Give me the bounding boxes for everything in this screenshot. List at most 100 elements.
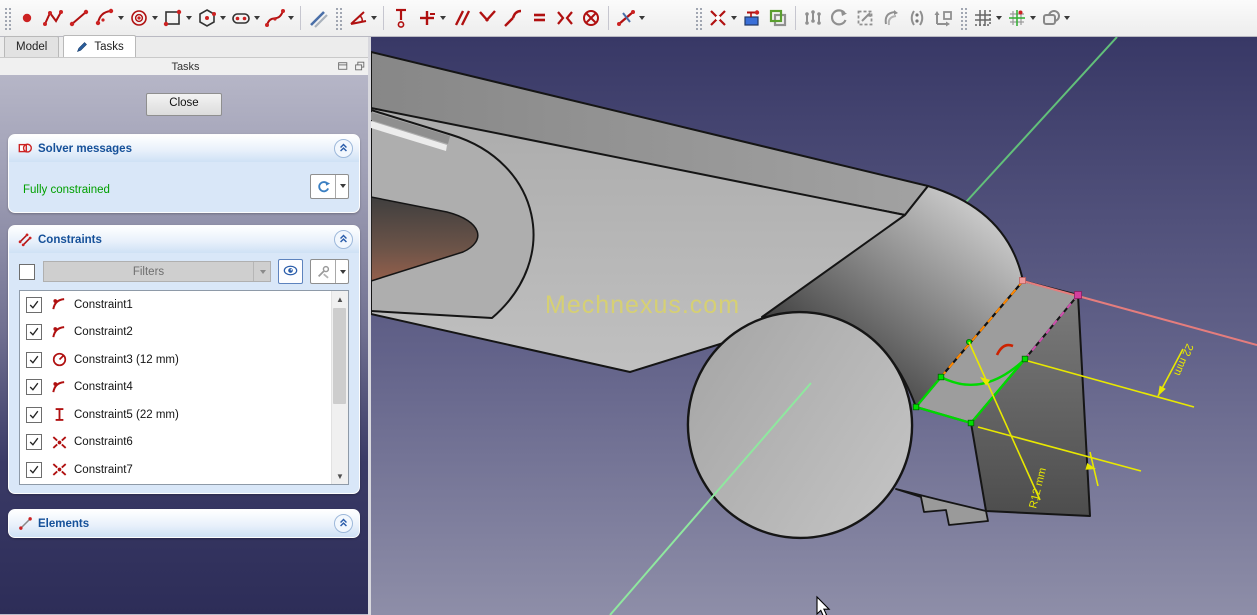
tasks-dock-titlebar: Tasks: [0, 58, 371, 75]
constraint-label: Constraint7: [74, 463, 133, 476]
dropdown-arrow-icon[interactable]: [254, 16, 260, 20]
tab-tasks[interactable]: Tasks: [63, 35, 136, 57]
constraint-checkbox[interactable]: [26, 461, 42, 478]
constrain-perpendicular-button[interactable]: [474, 3, 500, 33]
constraint-list-item[interactable]: Constraint6: [20, 429, 348, 457]
toggle-grid-button[interactable]: [970, 3, 1004, 33]
tasks-panel: Close Solver messages Fully constrained …: [0, 75, 368, 615]
toolbar-separator: [608, 6, 609, 30]
sketch-origin-point[interactable]: [1019, 277, 1026, 284]
create-polygon-button[interactable]: [194, 3, 228, 33]
trim-edge-button[interactable]: [705, 3, 739, 33]
constraint-checkbox[interactable]: [26, 434, 42, 451]
create-point-button[interactable]: [14, 3, 40, 33]
dropdown-arrow-icon[interactable]: [220, 16, 226, 20]
dropdown-arrow-icon[interactable]: [152, 16, 158, 20]
constrain-angle-button[interactable]: [345, 3, 379, 33]
constraint-checkbox[interactable]: [26, 324, 42, 341]
toolbar-grip[interactable]: [694, 6, 702, 30]
dropdown-arrow-icon[interactable]: [371, 16, 377, 20]
settings-icon: [311, 260, 335, 283]
collapse-solver-button[interactable]: [334, 139, 353, 158]
dropdown-arrow-icon[interactable]: [639, 16, 645, 20]
create-polyline-button[interactable]: [40, 3, 66, 33]
constraint-checkbox[interactable]: [26, 379, 42, 396]
offset-button[interactable]: [878, 3, 904, 33]
symmetric-constraint: [51, 434, 68, 451]
edit-sketch-button[interactable]: [305, 3, 331, 33]
constrain-tangent-button[interactable]: [500, 3, 526, 33]
constrain-horizontal-vertical-button[interactable]: [414, 3, 448, 33]
constraint-checkbox[interactable]: [26, 296, 42, 313]
filter-checkbox[interactable]: [19, 263, 35, 280]
create-circle-button[interactable]: [126, 3, 160, 33]
scrollbar-thumb[interactable]: [333, 308, 346, 404]
dropdown-arrow-icon[interactable]: [440, 16, 446, 20]
solver-messages-icon: [17, 140, 34, 157]
constraint-list-item[interactable]: Constraint2: [20, 319, 348, 347]
float-window-icon[interactable]: [352, 59, 367, 73]
toggle-snap-button[interactable]: [1004, 3, 1038, 33]
collapse-elements-button[interactable]: [334, 514, 353, 533]
pencil-icon: [75, 40, 89, 54]
show-hide-constraints-button[interactable]: [278, 259, 303, 284]
carbon-copy-button[interactable]: [765, 3, 791, 33]
list-scrollbar[interactable]: ▲ ▼: [331, 291, 348, 484]
collapse-constraints-button[interactable]: [334, 230, 353, 249]
dropdown-arrow-icon[interactable]: [996, 16, 1002, 20]
create-slot-button[interactable]: [228, 3, 262, 33]
constraint-list-item[interactable]: Constraint7: [20, 456, 348, 484]
update-solver-button[interactable]: [310, 173, 349, 199]
symmetry-button[interactable]: [904, 3, 930, 33]
create-bspline-button[interactable]: [262, 3, 296, 33]
constraint-list-item[interactable]: Constraint5 (22 mm): [20, 401, 348, 429]
dropdown-arrow-icon[interactable]: [118, 16, 124, 20]
rescale-button[interactable]: [852, 3, 878, 33]
dropdown-arrow-icon[interactable]: [1064, 16, 1070, 20]
constraint-checkbox[interactable]: [26, 351, 42, 368]
constrain-equal-button[interactable]: [526, 3, 552, 33]
dock-title-label: Tasks: [171, 60, 200, 73]
dropdown-arrow-icon[interactable]: [731, 16, 737, 20]
filters-combobox[interactable]: Filters: [43, 261, 271, 282]
combo-view-tabbar: Model Tasks: [0, 35, 371, 58]
constrain-distance-y-button[interactable]: [388, 3, 414, 33]
select-constraints-button[interactable]: [800, 3, 826, 33]
constraint-checkbox[interactable]: [26, 406, 42, 423]
solver-messages-title: Solver messages: [38, 142, 132, 155]
move-button[interactable]: [930, 3, 956, 33]
toolbar-grip[interactable]: [3, 6, 11, 30]
scroll-up-icon[interactable]: ▲: [332, 291, 348, 307]
validate-sketch-button[interactable]: [739, 3, 765, 33]
create-rectangle-button[interactable]: [160, 3, 194, 33]
constraint-settings-button[interactable]: [310, 259, 349, 284]
toolbar-grip[interactable]: [334, 6, 342, 30]
constrain-distance-button[interactable]: [613, 3, 647, 33]
tab-model[interactable]: Model: [4, 36, 60, 57]
sketcher-toolbar: [0, 0, 1257, 37]
constrain-symmetric-button[interactable]: [552, 3, 578, 33]
clone-button[interactable]: [826, 3, 852, 33]
constrain-block-button[interactable]: [578, 3, 604, 33]
dropdown-arrow-icon[interactable]: [186, 16, 192, 20]
create-arc-button[interactable]: [92, 3, 126, 33]
dropdown-arrow-icon[interactable]: [1030, 16, 1036, 20]
constraint-label: Constraint4: [74, 381, 133, 394]
toolbar-grip[interactable]: [959, 6, 967, 30]
constraint-list-item[interactable]: Constraint1: [20, 291, 348, 319]
constrain-parallel-button[interactable]: [448, 3, 474, 33]
dropdown-arrow-icon[interactable]: [288, 16, 294, 20]
create-line-button[interactable]: [66, 3, 92, 33]
close-button[interactable]: Close: [146, 93, 222, 116]
render-order-button[interactable]: [1038, 3, 1072, 33]
dock-window-icon[interactable]: [335, 59, 350, 73]
constraint-label: Constraint2: [74, 326, 133, 339]
axis-endpoint[interactable]: [1074, 291, 1082, 299]
solver-status-text: Fully constrained: [23, 184, 110, 196]
constraint-list-item[interactable]: Constraint3 (12 mm): [20, 346, 348, 374]
scroll-down-icon[interactable]: ▼: [332, 468, 348, 484]
constraints-title: Constraints: [38, 233, 102, 246]
constraint-list-item[interactable]: Constraint4: [20, 374, 348, 402]
3d-viewport[interactable]: 22 mm R12 mm Mechnexus.com: [371, 37, 1257, 615]
constraint-label: Constraint1: [74, 298, 133, 311]
